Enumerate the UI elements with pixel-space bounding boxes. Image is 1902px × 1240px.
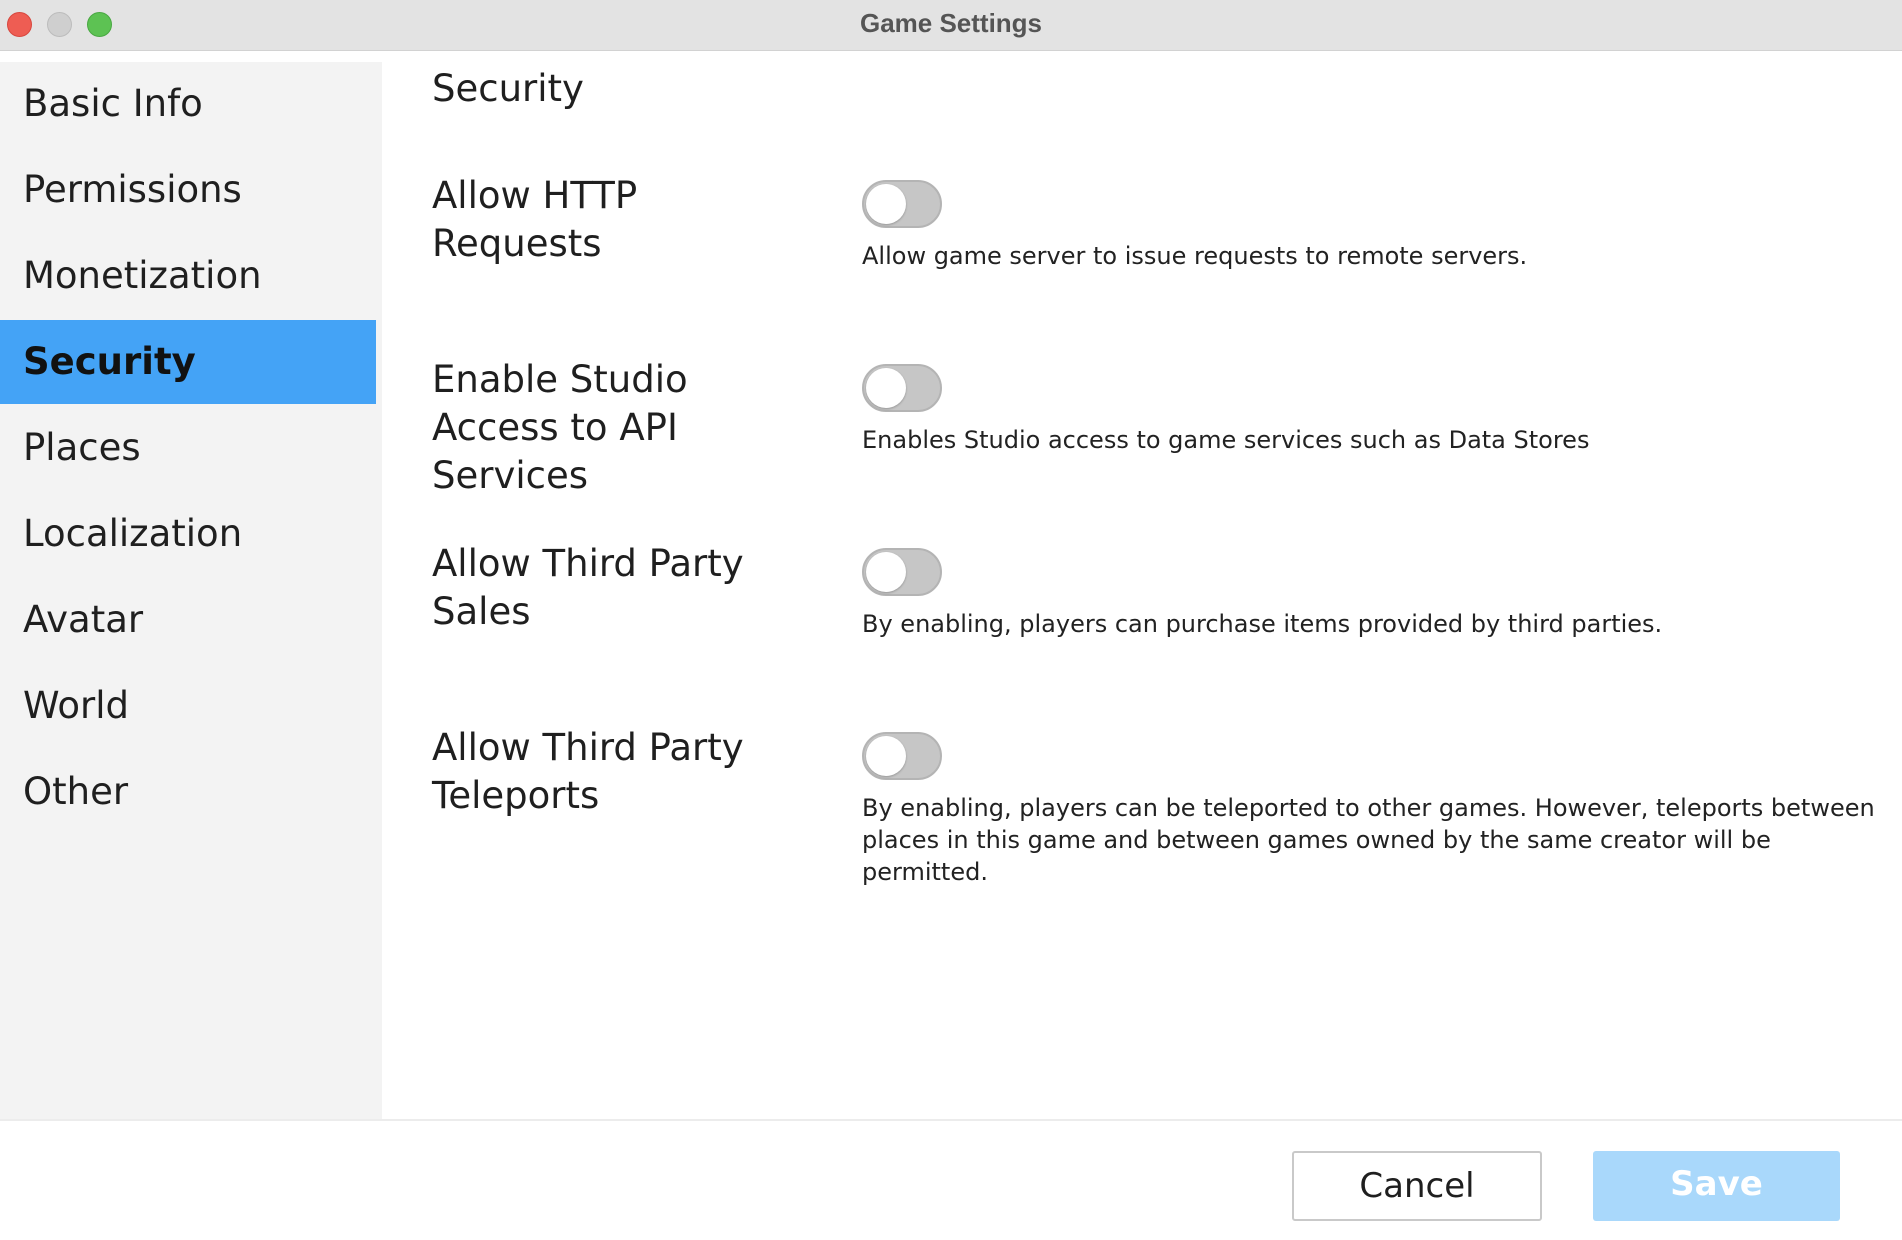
sidebar-item-avatar[interactable]: Avatar	[0, 578, 376, 662]
toggle-knob	[866, 736, 906, 776]
allow-third-party-teleports-toggle[interactable]	[862, 732, 942, 780]
title-bar: Game Settings	[0, 0, 1902, 51]
sidebar-item-other[interactable]: Other	[0, 750, 376, 834]
setting-description: Enables Studio access to game services s…	[862, 426, 1590, 454]
settings-panel: Security Allow HTTP Requests Allow game …	[382, 62, 1902, 1120]
save-button[interactable]: Save	[1593, 1151, 1840, 1221]
setting-label: Allow Third Party Sales	[432, 542, 744, 633]
setting-label: Allow HTTP Requests	[432, 174, 638, 265]
toggle-knob	[866, 184, 906, 224]
footer-divider	[0, 1119, 1902, 1121]
window-title: Game Settings	[859, 8, 1043, 38]
sidebar-item-localization[interactable]: Localization	[0, 492, 376, 576]
toggle-knob	[866, 552, 906, 592]
settings-sidebar: Basic Info Permissions Monetization Secu…	[0, 62, 382, 1120]
sidebar-item-places[interactable]: Places	[0, 406, 376, 490]
sidebar-item-basic-info[interactable]: Basic Info	[0, 62, 376, 146]
toggle-knob	[866, 368, 906, 408]
sidebar-item-world[interactable]: World	[0, 664, 376, 748]
allow-http-requests-toggle[interactable]	[862, 180, 942, 228]
setting-description: By enabling, players can be teleported t…	[862, 794, 1875, 886]
section-title: Security	[432, 67, 584, 110]
setting-label: Allow Third Party Teleports	[432, 726, 744, 817]
setting-label: Enable Studio Access to API Services	[432, 358, 688, 497]
enable-studio-api-access-toggle[interactable]	[862, 364, 942, 412]
sidebar-item-monetization[interactable]: Monetization	[0, 234, 376, 318]
setting-description: Allow game server to issue requests to r…	[862, 242, 1528, 270]
sidebar-item-security[interactable]: Security	[0, 320, 376, 404]
allow-third-party-sales-toggle[interactable]	[862, 548, 942, 596]
sidebar-item-permissions[interactable]: Permissions	[0, 148, 376, 232]
cancel-button[interactable]: Cancel	[1292, 1151, 1542, 1221]
setting-description: By enabling, players can purchase items …	[862, 610, 1663, 638]
